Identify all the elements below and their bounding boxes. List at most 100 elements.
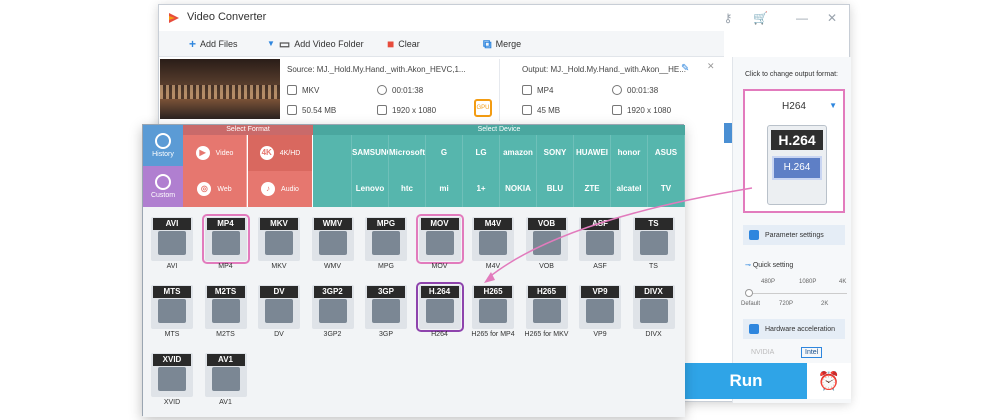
film-icon [586,231,614,255]
device-brand[interactable]: HUAWEI [574,135,611,171]
key-icon[interactable]: ⚷ [721,11,735,25]
output-format-label: Click to change output format: [745,71,838,78]
history-icon [155,133,171,149]
out-resolution: 1920 x 1080 [612,105,671,115]
format-tile[interactable]: ASF ASF [575,213,625,275]
file-icon [287,105,297,115]
device-brand[interactable]: SAMSUNG [352,135,389,171]
format-tile[interactable]: WMV WMV [308,213,358,275]
format-tile[interactable]: MKV MKV [254,213,304,275]
film-icon [211,299,240,323]
device-brand[interactable]: alcatel [611,171,648,207]
device-brand[interactable]: G [426,135,463,171]
format-tile[interactable]: DIVX DIVX [629,281,679,343]
format-tile[interactable]: AVI AVI [147,213,197,275]
device-brand[interactable]: ZTE [574,171,611,207]
format-tile[interactable]: 3GP 3GP [361,281,411,343]
device-brand[interactable]: honor [611,135,648,171]
output-format-selector[interactable]: H264 ▼ H.264 H.264 [743,89,845,213]
format-tile[interactable]: VOB VOB [522,213,572,275]
film-icon [479,231,507,255]
format-tile[interactable]: 3GP2 3GP2 [308,281,358,343]
format-tile[interactable]: TS TS [629,213,679,275]
toolbar: + Add Files ▼ ▭ Add Video Folder ■ Clear ⧉ Me… [159,31,724,57]
format-tag: 3GP2 [313,286,352,298]
nvidia-option[interactable]: NVIDIA [751,349,774,356]
add-files-button[interactable]: + Add Files [189,37,238,51]
format-tile[interactable]: AV1 AV1 [201,349,251,411]
device-brand[interactable]: BLU [537,171,574,207]
gpu-options: NVIDIA Intel [743,345,845,363]
alarm-clock-icon[interactable]: ⏰ [807,363,851,399]
format-tile[interactable]: H.264 H264 [415,281,465,343]
tab-custom[interactable]: Custom [143,166,183,207]
device-brand[interactable]: htc [389,171,426,207]
format-tile[interactable]: MP4 MP4 [201,213,251,275]
film-icon [586,299,614,323]
film-icon [287,85,297,95]
format-select-popup: History Custom Select Format Select Devi… [142,124,685,417]
format-caption: AVI [166,263,178,270]
quality-slider-knob[interactable] [745,289,753,297]
hardware-acceleration-button[interactable]: Hardware acceleration [743,319,845,339]
device-brand[interactable]: SONY [537,135,574,171]
folder-icon: ▭ [278,37,291,51]
category-4khd[interactable]: 4K 4K/HD [248,135,312,171]
device-brand[interactable] [315,171,352,207]
tab-history[interactable]: History [143,125,183,166]
slider-icon: ⊸ [745,262,753,269]
format-grid: AVI AVI MP4 MP4 MKV MKV WMV WMV MPG MPG MOV MOV M4V M… [143,207,685,417]
format-tile[interactable]: XVID XVID [147,349,197,411]
device-brand[interactable]: mi [426,171,463,207]
device-brand[interactable]: amazon [500,135,537,171]
cart-icon[interactable]: 🛒 [753,11,768,25]
film-icon [318,299,347,323]
category-video[interactable]: ▶ Video [183,135,247,171]
quality-slider-track[interactable] [747,293,847,294]
category-web[interactable]: ◎ Web [183,171,247,207]
edit-icon[interactable]: ✎ [681,63,689,74]
category-audio[interactable]: ♪ Audio [248,171,312,207]
format-tile[interactable]: DV DV [254,281,304,343]
format-tile[interactable]: H265 H265 for MKV [522,281,572,343]
film-icon [318,231,347,255]
device-brand[interactable]: Lenovo [352,171,389,207]
format-tile[interactable]: MTS MTS [147,281,197,343]
film-icon [532,299,561,323]
device-brand[interactable] [315,135,352,171]
format-caption: H265 for MP4 [471,331,515,338]
add-video-folder-button[interactable]: ▼ ▭ Add Video Folder [267,37,364,51]
chevron-down-icon[interactable]: ▼ [267,37,275,51]
device-brand[interactable]: NOKIA [500,171,537,207]
format-tag: MKV [260,218,298,230]
minimize-button[interactable]: — [795,11,809,25]
film-icon [158,231,186,255]
film-icon [372,299,400,323]
device-brand[interactable]: TV [648,171,685,207]
run-button[interactable]: Run [685,363,807,399]
format-tile[interactable]: H265 H265 for MP4 [468,281,518,343]
device-brand[interactable]: 1+ [463,171,500,207]
tick-label: 2K [821,301,829,307]
film-icon [265,299,293,323]
format-tile[interactable]: MPG MPG [361,213,411,275]
file-row[interactable]: Source: MJ._Hold.My.Hand._with.Akon_HEVC… [159,57,724,121]
parameter-settings-button[interactable]: Parameter settings [743,225,845,245]
title-bar: Video Converter ⚷ 🛒 — ✕ [159,5,849,31]
format-tag: M4V [474,218,512,230]
clear-button[interactable]: ■ Clear [387,37,420,51]
intel-option[interactable]: Intel [801,347,823,358]
format-caption: DV [274,331,284,338]
close-icon[interactable]: ✕ [825,11,839,25]
device-brand[interactable]: LG [463,135,500,171]
remove-file-icon[interactable]: ✕ [707,61,715,72]
device-brand[interactable]: ASUS [648,135,685,171]
format-tile[interactable]: M2TS M2TS [201,281,251,343]
video-thumbnail[interactable] [160,59,280,119]
format-tile[interactable]: VP9 VP9 [575,281,625,343]
format-tile[interactable]: MOV MOV [415,213,465,275]
format-tile[interactable]: M4V M4V [468,213,518,275]
device-brand[interactable]: Microsoft [389,135,426,171]
chevron-down-icon[interactable]: ▼ [829,101,837,110]
merge-button[interactable]: ⧉ Merge [483,37,521,51]
